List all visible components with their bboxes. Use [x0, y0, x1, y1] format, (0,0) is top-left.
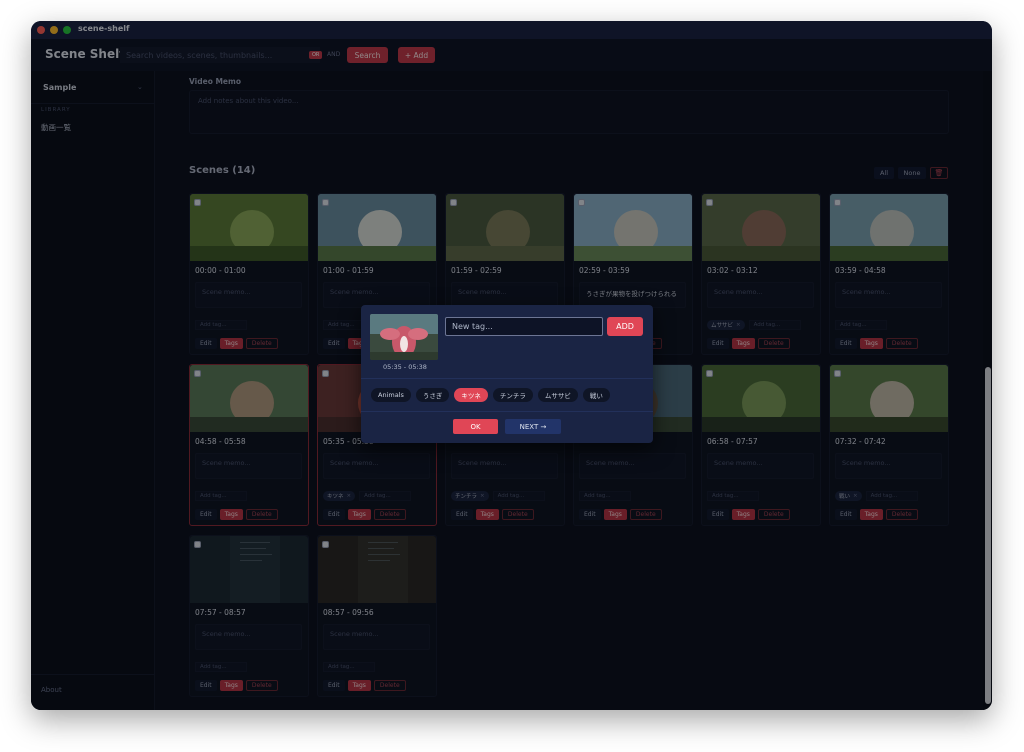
modal-divider	[361, 411, 653, 412]
modal-tag-option[interactable]: ムササビ	[537, 388, 578, 402]
modal-tag-option[interactable]: チンチラ	[492, 388, 533, 402]
modal-tag-list: Animals うさぎ キツネ チンチラ ムササビ 戦い	[371, 388, 610, 402]
modal-scene-thumbnail	[370, 314, 438, 360]
modal-divider	[361, 378, 653, 379]
ok-button[interactable]: OK	[453, 419, 498, 434]
add-tag-button[interactable]: ADD	[607, 317, 643, 336]
modal-scene-time: 05:35 - 05:38	[383, 363, 427, 371]
tag-modal: 05:35 - 05:38 ADD Animals うさぎキツネチンチラムササビ戦…	[361, 305, 653, 443]
app-window: scene-shelf Scene Shelf OR AND Search + …	[31, 21, 992, 710]
modal-tag-option[interactable]: 戦い	[582, 388, 610, 402]
next-button[interactable]: NEXT →	[505, 419, 561, 434]
modal-tag-option[interactable]: うさぎ	[415, 388, 450, 402]
modal-tag-option[interactable]: キツネ	[454, 388, 488, 402]
new-tag-input[interactable]	[445, 317, 603, 336]
modal-tag-option[interactable]: Animals	[371, 388, 411, 402]
